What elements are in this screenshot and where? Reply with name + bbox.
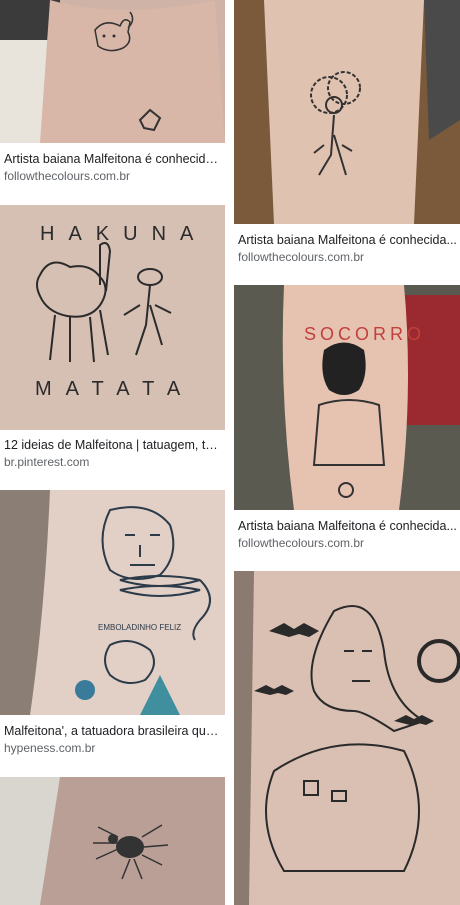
result-card[interactable]: Artista baiana Malfeitona é conhecida...… — [234, 0, 460, 270]
result-title[interactable]: Artista baiana Malfeitona é conhecida... — [4, 151, 222, 167]
result-card[interactable]: Artista baiana Malfeitona é conhecida...… — [0, 0, 225, 190]
result-domain: followthecolours.com.br — [238, 536, 365, 550]
result-card[interactable] — [0, 777, 225, 905]
result-card[interactable]: HAKUNA MATATA 12 ideias de Malfeitona | … — [0, 205, 225, 475]
result-card[interactable]: EMBOLADINHO FELIZ Malfeitona', a tatuado… — [0, 490, 225, 765]
tattoo-text-hakuna: HAKUNA — [40, 223, 207, 245]
result-domain: followthecolours.com.br — [4, 169, 131, 183]
result-title[interactable]: Malfeitona', a tatuadora brasileira que.… — [4, 723, 222, 739]
tattoo-text-socorro: SOCORRO — [304, 324, 425, 344]
result-image-mona-lisa-bats-tattoo[interactable] — [234, 571, 460, 905]
result-title[interactable]: Artista baiana Malfeitona é conhecida... — [238, 518, 458, 534]
result-image-curly-hair-figure-tattoo[interactable] — [234, 0, 460, 224]
result-image-socorro-man-tattoo[interactable]: SOCORRO — [234, 285, 460, 510]
tattoo-text-matata: MATATA — [35, 378, 194, 400]
result-image-face-snake-tattoo[interactable]: EMBOLADINHO FELIZ — [0, 490, 225, 715]
result-domain: hypeness.com.br — [4, 741, 96, 755]
result-title[interactable]: 12 ideias de Malfeitona | tatuagem, ta..… — [4, 437, 222, 453]
result-image-hakuna-matata-tattoo[interactable]: HAKUNA MATATA — [0, 205, 225, 430]
result-domain: followthecolours.com.br — [238, 250, 365, 264]
result-domain: br.pinterest.com — [4, 455, 90, 469]
tattoo-text-emboladinho: EMBOLADINHO FELIZ — [98, 623, 181, 632]
result-image-spider-tattoo[interactable] — [0, 777, 225, 905]
result-title[interactable]: Artista baiana Malfeitona é conhecida... — [238, 232, 458, 248]
result-card[interactable]: SOCORRO Artista baiana Malfeitona é conh… — [234, 285, 460, 555]
result-image-cat-tattoo[interactable] — [0, 0, 225, 143]
result-card[interactable] — [234, 571, 460, 905]
